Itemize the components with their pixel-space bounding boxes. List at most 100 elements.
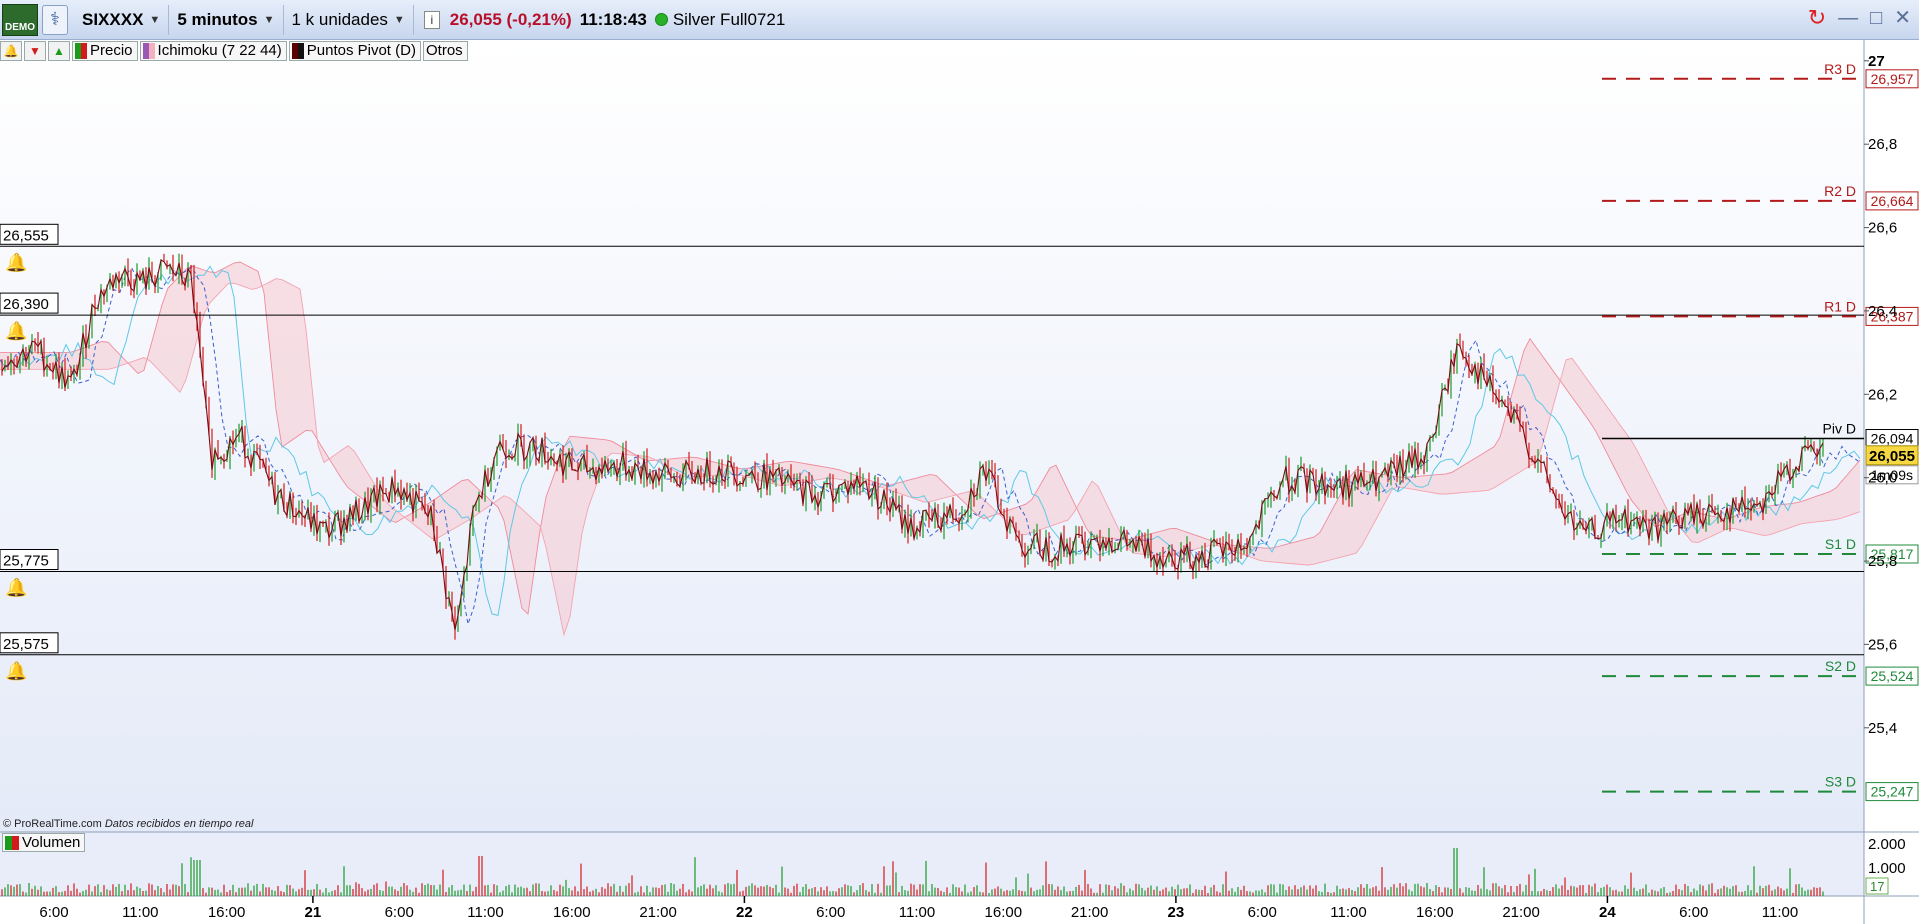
- time-axis-label: 21: [305, 904, 322, 921]
- pivot-axis-value: 26,957: [1871, 71, 1914, 87]
- time-axis-label: 6:00: [816, 904, 845, 921]
- time-axis-label: 16:00: [985, 904, 1023, 921]
- alert-label: 25,775: [3, 553, 49, 570]
- sell-arrow-icon[interactable]: ▼: [24, 40, 46, 61]
- time-axis-label: 22: [736, 904, 753, 921]
- pivot-name: Piv D: [1823, 421, 1856, 437]
- last-price: 26,055 (-0,21%): [449, 9, 572, 29]
- ticker-dropdown[interactable]: SIXXXX ▼: [74, 4, 170, 35]
- units-dropdown[interactable]: 1 k unidades ▼: [284, 4, 414, 35]
- volume-current-value: 17: [1870, 879, 1884, 894]
- account-label: Silver Full0721: [672, 9, 786, 29]
- ichimoku-swatch-icon: [142, 42, 155, 59]
- pivot-axis-value: 26,094: [1871, 431, 1914, 447]
- volume-axis-label: 1.000: [1868, 860, 1906, 877]
- info-icon[interactable]: i: [423, 10, 440, 29]
- time-axis-label: 16:00: [553, 904, 591, 921]
- pivot-name: R2 D: [1824, 183, 1856, 199]
- top-toolbar: DEMO ⚕ SIXXXX ▼ 5 minutos ▼ 1 k unidades…: [0, 0, 1919, 40]
- price-axis-label: 27: [1868, 53, 1885, 70]
- maximize-icon[interactable]: □: [1870, 8, 1882, 28]
- window-controls: ↻ — □ ✕: [1808, 7, 1911, 29]
- volume-swatch-icon: [5, 835, 19, 850]
- alert-bell-icon[interactable]: 🔔: [0, 40, 22, 61]
- legend-others[interactable]: Otros: [422, 40, 468, 61]
- indicator-legend: 🔔 ▼ ▲ Precio Ichimoku (7 22 44) Puntos P…: [0, 40, 468, 61]
- time-axis-label: 6:00: [1248, 904, 1277, 921]
- copyright-note: Datos recibidos en tiempo real: [104, 818, 254, 830]
- close-icon[interactable]: ✕: [1894, 8, 1911, 28]
- time-axis-label: 24: [1599, 904, 1616, 921]
- price-axis-label: 26,6: [1868, 220, 1897, 237]
- legend-others-label: Otros: [425, 42, 463, 59]
- legend-pivot-label: Puntos Pivot (D): [306, 42, 416, 59]
- units-label: 1 k unidades: [291, 9, 388, 29]
- pivot-name: R3 D: [1824, 61, 1856, 77]
- chevron-down-icon: ▼: [149, 13, 161, 26]
- alert-label: 26,390: [3, 296, 49, 313]
- price-axis-label: 26,8: [1868, 136, 1897, 153]
- time-axis-label: 6:00: [39, 904, 68, 921]
- pivot-name: R1 D: [1824, 298, 1856, 314]
- volume-axis-label: 2.000: [1868, 836, 1906, 853]
- connection-status-icon: [654, 13, 668, 26]
- demo-label: DEMO: [5, 21, 35, 33]
- price-axis-label: 26,4: [1868, 303, 1897, 320]
- time-axis-label: 23: [1168, 904, 1185, 921]
- time-axis-label: 11:00: [899, 904, 935, 921]
- link-icon[interactable]: ⚕: [42, 4, 68, 35]
- alert-label: 25,575: [3, 636, 49, 653]
- legend-volume-label: Volumen: [22, 834, 81, 851]
- pivot-name: S3 D: [1825, 774, 1856, 790]
- quote-time: 11:18:43: [579, 9, 647, 29]
- time-axis-label: 6:00: [1679, 904, 1708, 921]
- price-swatch-icon: [75, 42, 87, 59]
- legend-ichimoku-label: Ichimoku (7 22 44): [157, 42, 282, 59]
- minimize-icon[interactable]: —: [1838, 8, 1858, 28]
- sync-icon[interactable]: ↻: [1808, 7, 1826, 29]
- price-axis-label: 25,8: [1868, 553, 1897, 570]
- time-axis-label: 11:00: [467, 904, 503, 921]
- pivot-axis-value: 26,664: [1871, 193, 1914, 209]
- chevron-down-icon: ▼: [263, 13, 275, 26]
- timeframe-dropdown[interactable]: 5 minutos ▼: [169, 4, 284, 35]
- price-chart[interactable]: 26,555 🔔 26,390 🔔 25,775 🔔 25,575 🔔 R3 D 26,957 R…: [0, 0, 1919, 924]
- chevron-down-icon: ▼: [393, 13, 405, 26]
- timeframe-label: 5 minutos: [177, 9, 258, 29]
- time-axis-label: 11:00: [122, 904, 158, 921]
- legend-volume[interactable]: Volumen: [2, 833, 86, 852]
- legend-price[interactable]: Precio: [72, 40, 138, 61]
- pivot-swatch-icon: [291, 42, 304, 59]
- time-axis-label: 16:00: [1416, 904, 1454, 921]
- info-icon-glyph: i: [430, 12, 434, 27]
- time-axis-label: 21:00: [1502, 904, 1540, 921]
- time-axis-label: 16:00: [208, 904, 246, 921]
- pivot-name: S2 D: [1825, 658, 1856, 674]
- legend-ichimoku[interactable]: Ichimoku (7 22 44): [139, 40, 287, 61]
- copyright-brand: © ProRealTime.com: [3, 818, 102, 830]
- time-axis-label: 21:00: [639, 904, 677, 921]
- pivot-axis-value: 25,524: [1871, 668, 1914, 684]
- time-axis-label: 6:00: [385, 904, 414, 921]
- ticker-label: SIXXXX: [82, 9, 144, 29]
- legend-price-label: Precio: [90, 42, 133, 59]
- price-axis-label: 25,6: [1868, 636, 1897, 653]
- time-axis-label: 11:00: [1762, 904, 1798, 921]
- time-axis-label: 21:00: [1071, 904, 1109, 921]
- copyright-text: © ProRealTime.com Datos recibidos en tie…: [3, 818, 253, 830]
- chart-plot-area[interactable]: [0, 40, 1864, 832]
- price-axis-label: 25,4: [1868, 720, 1897, 737]
- pivot-axis-value: 25,247: [1871, 784, 1914, 800]
- price-axis-label: 26,0: [1868, 470, 1897, 487]
- current-price-value: 26,055: [1869, 448, 1915, 465]
- alert-bell-icon: 🔔: [5, 578, 27, 598]
- time-axis-panel[interactable]: [0, 896, 1919, 924]
- time-axis-label: 11:00: [1330, 904, 1366, 921]
- buy-arrow-icon[interactable]: ▲: [48, 40, 70, 61]
- legend-pivot[interactable]: Puntos Pivot (D): [288, 40, 421, 61]
- price-axis-label: 26,2: [1868, 386, 1897, 403]
- pivot-name: S1 D: [1825, 536, 1856, 552]
- alert-label: 26,555: [3, 227, 49, 244]
- alert-bell-icon: 🔔: [5, 321, 27, 341]
- alert-bell-icon: 🔔: [5, 252, 27, 272]
